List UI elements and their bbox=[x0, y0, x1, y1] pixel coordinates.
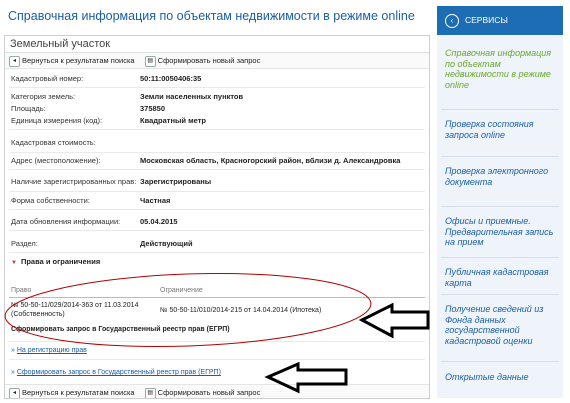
sidebar-item-public-map[interactable]: Публичная кадастровая карта bbox=[445, 267, 557, 288]
back-to-results-button[interactable]: ◂ Вернуться к результатам поиска bbox=[9, 53, 135, 68]
sidebar-item-reference-info[interactable]: Справочная информация по объектам недвиж… bbox=[445, 48, 557, 90]
bottom-toolbar: ◂ Вернуться к результатам поиска ▤ Сформир… bbox=[5, 384, 429, 398]
divider bbox=[441, 156, 559, 157]
registration-link[interactable]: На регистрацию прав bbox=[17, 347, 87, 354]
field-label: Кадастровая стоимость: bbox=[11, 138, 96, 147]
registration-link-row: » На регистрацию прав bbox=[11, 347, 87, 354]
services-header[interactable]: ‹ СЕРВИСЫ bbox=[437, 6, 563, 35]
sidebar-item-valuation-data[interactable]: Получение сведений из Фонда данных госуд… bbox=[445, 304, 557, 346]
back-arrow-icon: ◂ bbox=[9, 55, 20, 67]
field-value: 375850 bbox=[140, 104, 166, 113]
field-value: Частная bbox=[140, 196, 171, 205]
back-arrow-icon: ◂ bbox=[9, 387, 20, 398]
divider bbox=[441, 294, 559, 295]
field-value: Зарегистрированы bbox=[140, 177, 212, 186]
sidebar-item-document-check[interactable]: Проверка электронного документа bbox=[445, 166, 557, 187]
egrp-request-link[interactable]: Сформировать запрос в Государственный ре… bbox=[17, 369, 221, 376]
new-request-button[interactable]: ▤ Сформировать новый запрос bbox=[144, 385, 260, 398]
field-label: Адрес (местоположение): bbox=[11, 156, 101, 165]
field-value: 50:11:0050406:35 bbox=[140, 74, 202, 83]
field-label: Единица измерения (код): bbox=[11, 116, 103, 125]
col-restriction-header: Ограничение bbox=[160, 287, 203, 294]
field-label: Форма собственности: bbox=[11, 196, 90, 205]
divider bbox=[9, 297, 425, 298]
rights-section-toggle[interactable]: ▼ Права и ограничения bbox=[5, 257, 429, 269]
divider bbox=[441, 206, 559, 207]
field-label: Раздел: bbox=[11, 239, 38, 248]
divider bbox=[9, 152, 425, 153]
document-icon: ▤ bbox=[144, 387, 156, 398]
divider bbox=[441, 361, 559, 362]
field-label: Дата обновления информации: bbox=[11, 217, 121, 226]
new-request-button[interactable]: ▤ Сформировать новый запрос bbox=[144, 53, 260, 68]
field-value: Квадратный метр bbox=[140, 116, 206, 125]
divider bbox=[9, 87, 425, 88]
divider bbox=[9, 129, 425, 130]
top-toolbar: ◂ Вернуться к результатам поиска ▤ Сформир… bbox=[5, 53, 429, 69]
divider bbox=[441, 109, 559, 110]
sidebar-item-open-data[interactable]: Открытые данные bbox=[445, 372, 557, 383]
services-sidebar: ‹ СЕРВИСЫ Справочная информация по объект… bbox=[437, 6, 563, 398]
object-card: Земельный участок ◂ Вернуться к результат… bbox=[4, 35, 430, 399]
divider bbox=[9, 230, 425, 231]
field-label: Категория земель: bbox=[11, 92, 76, 101]
field-value: 05.04.2015 bbox=[140, 217, 178, 226]
divider bbox=[9, 252, 425, 253]
sidebar-item-offices[interactable]: Офисы и приемные. Предварительная запись… bbox=[445, 216, 557, 248]
field-label: Наличие зарегистрированных прав: bbox=[11, 177, 137, 186]
divider bbox=[9, 191, 425, 192]
page-title: Справочная информация по объектам недвиж… bbox=[8, 9, 415, 23]
card-title: Земельный участок bbox=[5, 36, 429, 53]
field-label: Кадастровый номер: bbox=[11, 74, 84, 83]
chevron-left-icon: ‹ bbox=[445, 13, 459, 28]
field-value: Действующий bbox=[140, 239, 193, 248]
document-icon: ▤ bbox=[144, 55, 156, 67]
right-record: № 50-50-11/029/2014-363 от 11.03.2014 bbox=[11, 302, 139, 309]
egrp-link-row: » Сформировать запрос в Государственный … bbox=[11, 369, 221, 376]
back-to-results-button[interactable]: ◂ Вернуться к результатам поиска bbox=[9, 385, 135, 398]
right-type: (Собственность) bbox=[11, 311, 65, 318]
divider bbox=[9, 209, 425, 210]
restriction-record: № 50-50-11/010/2014-215 от 14.04.2014 (И… bbox=[160, 307, 322, 314]
col-right-header: Право bbox=[11, 287, 32, 294]
expand-triangle-icon: ▼ bbox=[11, 260, 17, 266]
field-value: Земли населенных пунктов bbox=[140, 92, 244, 101]
divider bbox=[9, 341, 425, 342]
egrp-request-label: Сформировать запрос в Государственный ре… bbox=[11, 326, 230, 333]
field-value: Московская область, Красногорский район,… bbox=[140, 156, 401, 165]
divider bbox=[9, 169, 425, 170]
divider bbox=[9, 359, 425, 360]
sidebar-item-request-status[interactable]: Проверка состояния запроса online bbox=[445, 119, 557, 140]
field-label: Площадь: bbox=[11, 104, 46, 113]
divider bbox=[441, 257, 559, 258]
